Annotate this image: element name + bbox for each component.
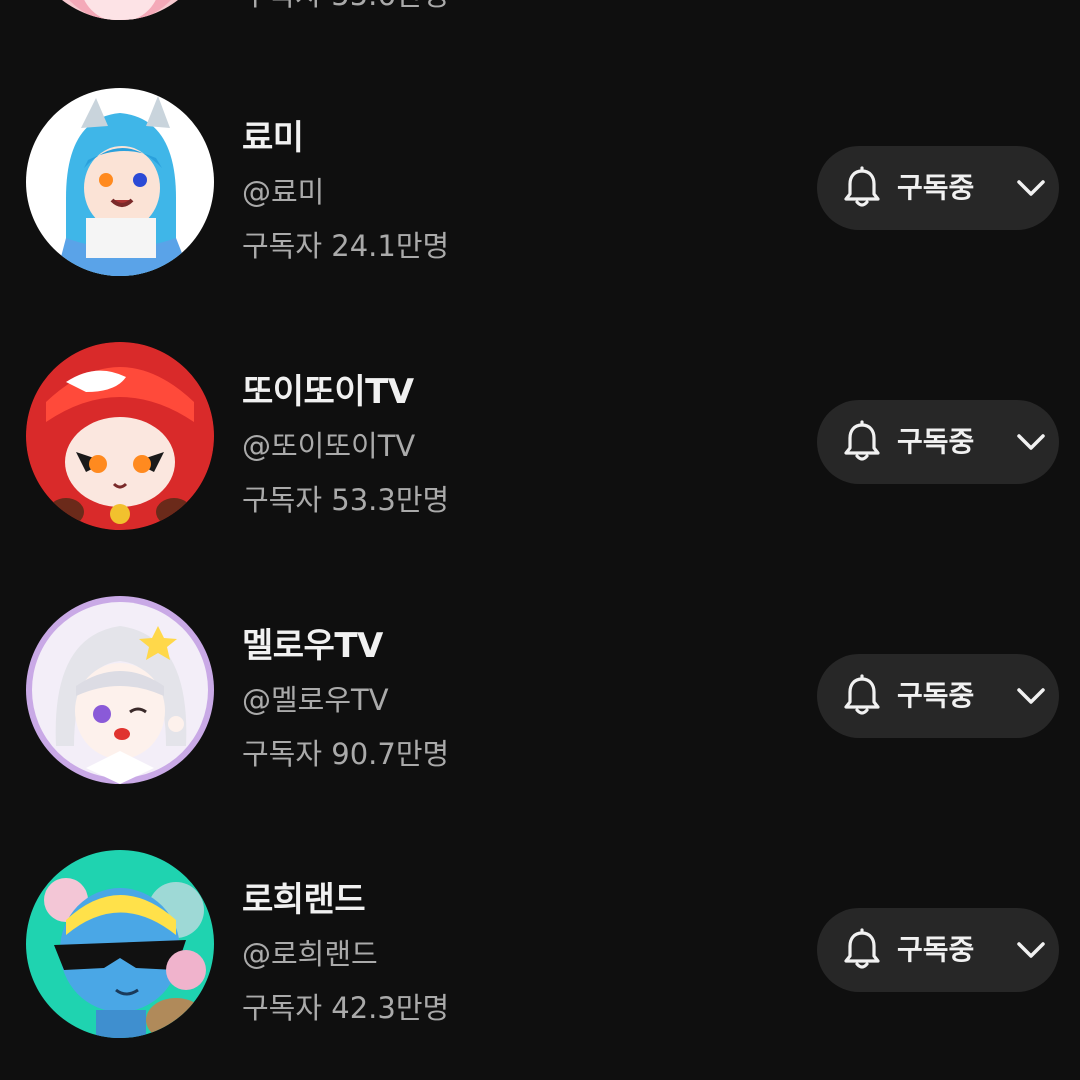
bell-icon [844,420,880,461]
channel-handle: @또이또이TV [242,429,416,463]
subscriber-count: 구독자 24.1만명 [242,229,450,263]
bell-icon [844,166,880,207]
channel-row-partial[interactable]: 구독자 55.6만명 [0,0,1080,22]
channel-name[interactable]: 멜로우TV [242,626,449,666]
subscriber-count: 구독자 90.7만명 [242,737,450,771]
subscribed-label: 구독중 [897,425,975,458]
channel-handle: @료미 [242,175,325,209]
channel-name[interactable]: 또이또이TV [242,372,449,412]
channel-name[interactable]: 로희랜드 [242,880,449,920]
subscribed-label: 구독중 [897,933,975,966]
subscribed-button[interactable]: 구독중 [817,654,1059,738]
channel-name[interactable]: 료미 [242,118,449,158]
channel-row[interactable]: 멜로우TV @멜로우TV 구독자 90.7만명 구독중 [0,596,1080,786]
avatar-image [26,0,214,20]
channel-handle: @로희랜드 [242,937,378,971]
avatar-image [26,596,214,784]
channel-avatar[interactable] [26,342,214,530]
subscribed-button[interactable]: 구독중 [817,908,1059,992]
subscriptions-list: 구독자 55.6만명 료미 @료미 구독자 24.1만명 [0,0,1080,1080]
bell-icon [844,674,880,715]
avatar-image [26,850,214,1038]
subscriber-count: 구독자 53.3만명 [242,483,450,517]
channel-avatar[interactable] [26,0,214,20]
channel-handle: @멜로우TV [242,683,389,717]
chevron-down-icon [1017,688,1045,704]
subscribed-label: 구독중 [897,171,975,204]
subscriber-count: 구독자 55.6만명 [242,0,449,12]
channel-avatar[interactable] [26,850,214,1038]
channel-row[interactable]: 료미 @료미 구독자 24.1만명 구독중 [0,88,1080,278]
chevron-down-icon [1017,434,1045,450]
avatar-image [26,88,214,276]
channel-row[interactable]: 로희랜드 @로희랜드 구독자 42.3만명 구독중 [0,850,1080,1040]
channel-row[interactable]: 또이또이TV @또이또이TV 구독자 53.3만명 구독중 [0,342,1080,532]
bell-icon [844,928,880,969]
chevron-down-icon [1017,942,1045,958]
subscriber-count: 구독자 42.3만명 [242,991,450,1025]
chevron-down-icon [1017,180,1045,196]
subscribed-label: 구독중 [897,679,975,712]
channel-avatar[interactable] [26,88,214,276]
subscribed-button[interactable]: 구독중 [817,400,1059,484]
channel-avatar[interactable] [26,596,214,784]
subscribed-button[interactable]: 구독중 [817,146,1059,230]
avatar-image [26,342,214,530]
